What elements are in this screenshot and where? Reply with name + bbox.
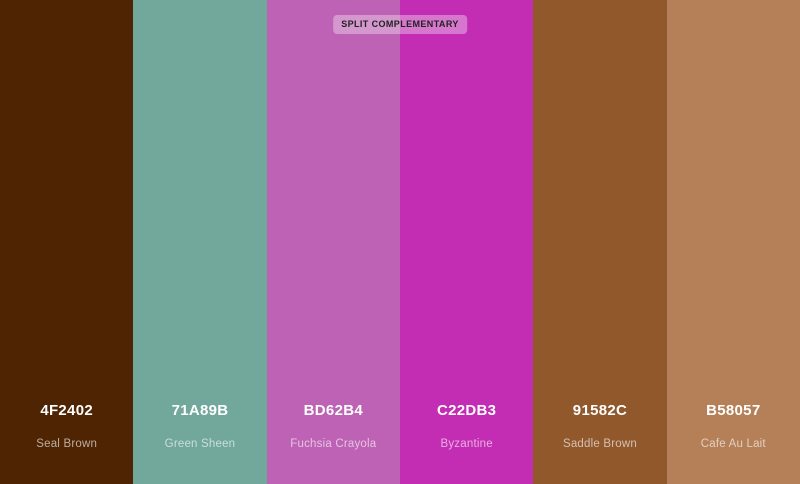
color-swatch-green-sheen[interactable]: 71A89B Green Sheen xyxy=(133,0,267,484)
swatch-hex-code[interactable]: B58057 xyxy=(667,402,800,419)
color-swatch-saddle-brown[interactable]: 91582C Saddle Brown xyxy=(533,0,667,484)
swatch-hex-code[interactable]: C22DB3 xyxy=(400,402,533,419)
swatch-color-name: Byzantine xyxy=(440,438,493,450)
swatch-hex-code[interactable]: BD62B4 xyxy=(267,402,400,419)
color-swatch-byzantine[interactable]: C22DB3 Byzantine xyxy=(399,0,534,484)
color-swatch-seal-brown[interactable]: 4F2402 Seal Brown xyxy=(0,0,134,484)
swatch-color-name: Green Sheen xyxy=(164,438,236,450)
swatch-color-name: Cafe Au Lait xyxy=(700,438,766,450)
swatch-color-name: Saddle Brown xyxy=(562,438,637,450)
swatch-color-name: Seal Brown xyxy=(36,438,98,450)
color-swatch-cafe-au-lait[interactable]: B58057 Cafe Au Lait xyxy=(666,0,800,484)
swatch-hex-code[interactable]: 91582C xyxy=(533,402,666,419)
scheme-type-badge: SPLIT COMPLEMENTARY xyxy=(333,15,467,34)
swatch-hex-code[interactable]: 71A89B xyxy=(133,402,266,419)
color-palette: 4F2402 Seal Brown 71A89B Green Sheen BD6… xyxy=(0,0,800,484)
swatch-hex-code[interactable]: 4F2402 xyxy=(0,402,133,419)
swatch-color-name: Fuchsia Crayola xyxy=(290,438,377,450)
color-swatch-fuchsia-crayola[interactable]: BD62B4 Fuchsia Crayola xyxy=(266,0,400,484)
